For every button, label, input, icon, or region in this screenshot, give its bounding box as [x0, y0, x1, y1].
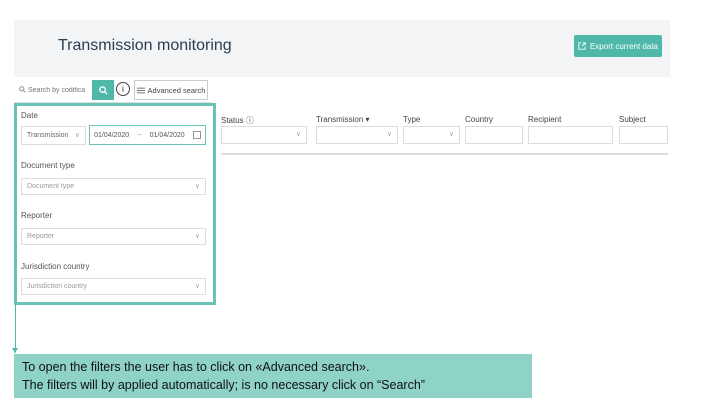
date-type-select[interactable]: Transmission ∨ — [21, 126, 86, 145]
country-filter-input[interactable] — [465, 126, 523, 144]
table-divider — [221, 153, 668, 155]
chevron-down-icon: ∨ — [194, 233, 200, 240]
calendar-icon — [192, 131, 201, 139]
advanced-search-label: Advanced search — [147, 85, 206, 95]
search-icon — [98, 85, 108, 95]
document-type-placeholder: Document type — [27, 183, 75, 190]
chevron-down-icon: ∨ — [194, 183, 200, 190]
page-title: Transmission monitoring — [58, 37, 232, 54]
date-to: 01/04/2020 — [149, 131, 185, 139]
column-header-type[interactable]: Type — [403, 115, 420, 124]
search-input[interactable] — [28, 82, 86, 98]
info-icon[interactable]: i — [116, 82, 130, 96]
annotation-line-2: The filters will by applied automaticall… — [22, 378, 425, 392]
reporter-placeholder: Reporter — [27, 233, 55, 240]
recipient-filter-input[interactable] — [528, 126, 613, 144]
document-type-label: Document type — [21, 161, 75, 170]
search-button[interactable] — [92, 80, 114, 100]
chevron-down-icon: ∨ — [295, 131, 301, 138]
callout-connector — [15, 305, 16, 353]
date-filter-label: Date — [21, 111, 38, 120]
chevron-down-icon: ∨ — [448, 131, 454, 138]
subject-filter-input[interactable] — [619, 126, 668, 144]
jurisdiction-country-select[interactable]: Jurisdiction country ∨ — [21, 278, 206, 295]
document-type-select[interactable]: Document type ∨ — [21, 178, 206, 195]
annotation-line-1: To open the filters the user has to clic… — [22, 360, 370, 374]
chevron-down-icon: ∨ — [386, 131, 392, 138]
reporter-label: Reporter — [21, 211, 53, 220]
transmission-filter-select[interactable]: ∨ — [316, 126, 398, 144]
advanced-search-button[interactable]: Advanced search — [134, 80, 208, 100]
column-header-transmission[interactable]: Transmission ▾ — [316, 115, 370, 124]
status-filter-select[interactable]: ∨ — [221, 126, 307, 144]
type-filter-select[interactable]: ∨ — [403, 126, 460, 144]
date-from: 01/04/2020 — [94, 131, 130, 139]
annotation-note: To open the filters the user has to clic… — [14, 354, 532, 398]
date-type-value: Transmission — [27, 132, 69, 139]
chevron-down-icon: ∨ — [194, 283, 200, 290]
date-separator: ~ — [137, 131, 142, 139]
jurisdiction-country-placeholder: Jurisdiction country — [27, 283, 87, 290]
jurisdiction-country-label: Jurisdiction country — [21, 262, 90, 271]
callout-arrowhead — [12, 348, 18, 353]
column-header-status[interactable]: Status ⓘ — [221, 115, 254, 126]
export-button-label: Export current data — [589, 41, 659, 51]
date-range-picker[interactable]: 01/04/2020 ~ 01/04/2020 — [89, 125, 206, 145]
column-header-recipient[interactable]: Recipient — [528, 115, 561, 124]
chevron-down-icon: ∨ — [74, 132, 80, 139]
column-header-subject[interactable]: Subject — [619, 115, 646, 124]
reporter-select[interactable]: Reporter ∨ — [21, 228, 206, 245]
search-field-icon — [19, 86, 26, 93]
menu-icon — [136, 87, 145, 93]
external-link-icon — [578, 42, 586, 50]
export-button[interactable]: Export current data — [574, 35, 662, 57]
column-header-country[interactable]: Country — [465, 115, 493, 124]
